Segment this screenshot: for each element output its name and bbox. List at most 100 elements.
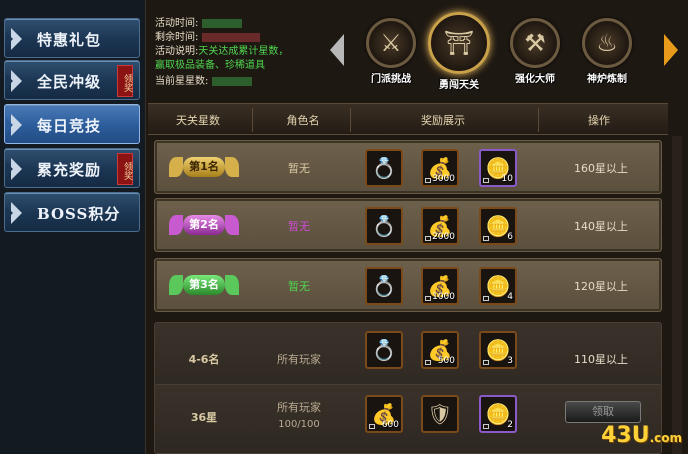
mode-enhance-master[interactable]: ⚒ 强化大师 (504, 18, 566, 92)
rank-label: 36星 (190, 411, 218, 424)
rank-label: 第3名 (183, 275, 225, 295)
activity-desc-line: 活动说明:天关达成累计星数， (155, 42, 288, 57)
reward-gold-ingot[interactable]: 💰 1000 (421, 267, 459, 305)
sidebar: 特惠礼包 全民冲级 领奖 每日竞技 累充奖励 领奖 BOSS积分 (0, 0, 146, 454)
reward-count: 4 (507, 292, 513, 302)
role-name: 所有玩家 (277, 353, 321, 366)
redacted-value (202, 18, 243, 28)
redacted-value (212, 76, 253, 86)
reward-gold-bar[interactable]: 🪙 3 (479, 331, 517, 369)
claim-button[interactable]: 领取 (565, 401, 641, 423)
role-name: 暂无 (288, 162, 310, 175)
sidebar-item-label: BOSS积分 (37, 205, 121, 223)
reward-count: 500 (437, 356, 455, 366)
lock-icon (483, 360, 489, 365)
current-stars-line: 当前星星数: (155, 72, 253, 87)
reward-gold-ingot[interactable]: 💰 600 (365, 395, 403, 433)
table-row: 第2名 暂无 💍 💰 2000 🪙 6 140星以上 (154, 198, 662, 252)
reward-count: 2 (507, 420, 513, 430)
table-row: 第1名 暂无 💍 💰 3000 🪙 10 160星以上 (154, 140, 662, 194)
ring-icon: 💍 (371, 214, 397, 238)
reward-count: 10 (501, 174, 513, 184)
redacted-value (202, 32, 261, 42)
anvil-icon: ⚒ (524, 29, 546, 57)
reward-gold-bar[interactable]: 🪙 10 (479, 149, 517, 187)
sidebar-item-boss-points[interactable]: BOSS积分 (4, 192, 140, 232)
mode-label: 强化大师 (515, 74, 555, 85)
mode-label: 门派挑战 (371, 74, 411, 85)
scrollbar[interactable] (672, 136, 682, 454)
reward-gold-ingot[interactable]: 💰 500 (421, 331, 459, 369)
mode-furnace-forge[interactable]: ♨ 神炉炼制 (576, 18, 638, 92)
reward-count: 6 (507, 232, 513, 242)
activity-header: 活动时间: 剩余时间: 活动说明:天关达成累计星数， 赢取极品装备、珍稀道具 当… (148, 0, 688, 102)
lock-icon (425, 178, 431, 183)
lock-icon (425, 360, 431, 365)
sidebar-item-level-race[interactable]: 全民冲级 领奖 (4, 60, 140, 100)
reward-gem-shield[interactable]: 🛡 (421, 395, 459, 433)
ring-icon: 💍 (371, 338, 397, 362)
current-stars-label: 当前星星数: (155, 76, 209, 87)
wing-icon (169, 275, 183, 295)
watermark-main: 43U (601, 423, 650, 448)
reward-gold-bar[interactable]: 🪙 6 (479, 207, 517, 245)
watermark-logo: 43U.com (601, 423, 682, 448)
ring-icon: 💍 (371, 274, 397, 298)
reward-ring[interactable]: 💍 (365, 207, 403, 245)
reward-count: 2000 (432, 232, 455, 242)
star-requirement: 160星以上 (574, 162, 628, 175)
mode-ring: ⚔ (366, 18, 416, 68)
mode-ring: ⛩ (428, 12, 490, 74)
lock-icon (483, 296, 489, 301)
sidebar-item-daily-arena[interactable]: 每日竞技 (4, 104, 140, 144)
mode-ring: ⚒ (510, 18, 560, 68)
sidebar-item-label: 累充奖励 (37, 161, 102, 179)
reward-ring[interactable]: 💍 (365, 331, 403, 369)
arrow-right-icon (6, 158, 22, 180)
role-name: 所有玩家 (277, 401, 321, 414)
arrow-right-icon (6, 70, 22, 92)
lock-icon (425, 296, 431, 301)
sidebar-item-special-pack[interactable]: 特惠礼包 (4, 18, 140, 58)
ring-icon: 💍 (371, 156, 397, 180)
reward-count: 1000 (432, 292, 455, 302)
reward-gold-bar[interactable]: 🪙 2 (479, 395, 517, 433)
header-divider (538, 108, 539, 132)
wing-icon (225, 157, 239, 177)
lock-icon (483, 178, 489, 183)
rank-label: 第2名 (183, 215, 225, 235)
reward-count: 3 (507, 356, 513, 366)
mode-ring: ♨ (582, 18, 632, 68)
mode-label: 勇闯天关 (439, 80, 479, 91)
mode-sect-challenge[interactable]: ⚔ 门派挑战 (360, 18, 422, 92)
activity-desc-text-2: 赢取极品装备、珍稀道具 (155, 60, 265, 71)
reward-gold-bar[interactable]: 🪙 4 (479, 267, 517, 305)
table-row: 36星 所有玩家 100/100 💰 600 🛡 🪙 2 领取 (154, 384, 662, 454)
reward-ring[interactable]: 💍 (365, 267, 403, 305)
nav-left-arrow-icon[interactable] (330, 34, 344, 66)
rank-label: 第1名 (183, 157, 225, 177)
claim-badge: 领奖 (117, 65, 133, 97)
header-role-name: 角色名 (286, 114, 320, 127)
gem-shield-icon: 🛡 (427, 402, 453, 426)
nav-right-arrow-icon[interactable] (664, 34, 678, 66)
remaining-time-line: 剩余时间: (155, 28, 261, 43)
arrow-right-icon (6, 202, 22, 224)
reward-gold-ingot[interactable]: 💰 3000 (421, 149, 459, 187)
reward-ring[interactable]: 💍 (365, 149, 403, 187)
sidebar-item-label: 特惠礼包 (37, 31, 102, 49)
sidebar-item-label: 每日竞技 (37, 117, 102, 135)
star-requirement: 120星以上 (574, 280, 628, 293)
mode-label: 神炉炼制 (587, 74, 627, 85)
role-name: 暂无 (288, 280, 310, 293)
mode-brave-gate[interactable]: ⛩ 勇闯天关 (428, 12, 490, 92)
reward-count: 600 (381, 420, 399, 430)
wing-icon (169, 157, 183, 177)
lock-icon (369, 424, 375, 429)
sidebar-item-recharge-reward[interactable]: 累充奖励 领奖 (4, 148, 140, 188)
table-header: 天关星数 角色名 奖励展示 操作 (148, 103, 668, 135)
header-action: 操作 (588, 114, 610, 127)
reward-count: 3000 (432, 174, 455, 184)
claim-badge: 领奖 (117, 153, 133, 185)
reward-gold-ingot[interactable]: 💰 2000 (421, 207, 459, 245)
